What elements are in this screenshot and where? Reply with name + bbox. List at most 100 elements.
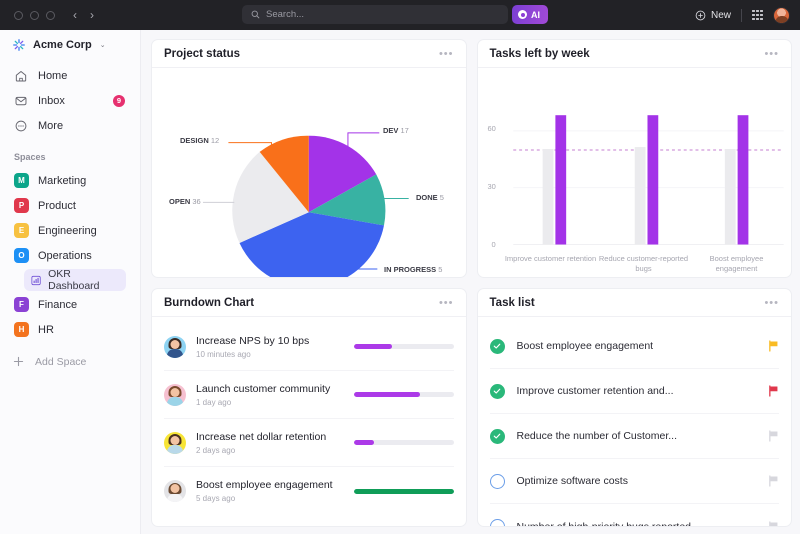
- list-item[interactable]: Improve customer retention and...: [490, 369, 780, 414]
- bar-current[interactable]: [647, 115, 658, 244]
- burndown-list: Increase NPS by 10 bps 10 minutes ago: [152, 317, 466, 527]
- close-window-button[interactable]: [14, 11, 23, 20]
- sidebar-item-home[interactable]: Home: [8, 63, 132, 88]
- sidebar-item-more[interactable]: More: [8, 113, 132, 138]
- pie-label-design: DESIGN 12: [180, 136, 219, 145]
- card-header: Burndown Chart •••: [152, 289, 466, 317]
- sidebar-nav: Home Inbox 9 More: [0, 59, 140, 138]
- bar-current[interactable]: [555, 115, 566, 244]
- pie-label-open: OPEN 36: [169, 197, 201, 206]
- bar-previous[interactable]: [634, 147, 645, 244]
- bar-chart: 60 30 0 Improve customer retention Reduc…: [478, 68, 792, 278]
- card-header: Task list •••: [478, 289, 792, 317]
- search-bar[interactable]: [242, 5, 508, 24]
- bar-previous[interactable]: [724, 149, 735, 245]
- search-icon: [251, 10, 260, 19]
- x-label-1: Reduce customer-reported bugs: [598, 254, 690, 274]
- task-title: Launch customer community: [196, 383, 354, 395]
- space-chip: F: [14, 297, 29, 312]
- sidebar-item-hr[interactable]: H HR: [8, 317, 132, 342]
- card-project-status: Project status •••: [151, 39, 467, 278]
- sidebar-item-marketing[interactable]: M Marketing: [8, 168, 132, 193]
- space-chip: E: [14, 223, 29, 238]
- task-checkbox-checked[interactable]: [490, 384, 505, 399]
- list-item[interactable]: Increase net dollar retention 2 days ago: [164, 419, 454, 467]
- flag-icon[interactable]: [768, 475, 779, 487]
- flag-icon[interactable]: [768, 430, 779, 442]
- task-name: Reduce the number of Customer...: [517, 430, 769, 442]
- card-menu-icon[interactable]: •••: [764, 50, 779, 58]
- card-menu-icon[interactable]: •••: [439, 50, 454, 58]
- y-tick-30: 30: [488, 182, 496, 191]
- sidebar: Acme Corp ⌄ Home Inbox 9: [0, 30, 141, 534]
- history-navigation[interactable]: ‹ ›: [73, 9, 94, 21]
- sidebar-item-operations[interactable]: O Operations: [8, 243, 132, 268]
- check-icon: [493, 432, 501, 440]
- list-item[interactable]: Reduce the number of Customer...: [490, 414, 780, 459]
- card-title: Project status: [164, 48, 240, 60]
- minimize-window-button[interactable]: [30, 11, 39, 20]
- pie-label-in-progress: IN PROGRESS 5: [384, 265, 442, 274]
- task-checkbox-checked[interactable]: [490, 429, 505, 444]
- sidebar-item-okr-dashboard[interactable]: OKR Dashboard: [24, 269, 126, 291]
- task-title: Increase NPS by 10 bps: [196, 335, 354, 347]
- task-title: Increase net dollar retention: [196, 431, 354, 443]
- toolbar-divider: [741, 9, 742, 22]
- plus-icon: [12, 355, 25, 368]
- window-titlebar: ‹ › AI New: [0, 0, 800, 30]
- task-checkbox-unchecked[interactable]: [490, 474, 505, 489]
- plus-circle-icon: [695, 10, 706, 21]
- ai-button[interactable]: AI: [512, 5, 548, 24]
- card-title: Tasks left by week: [490, 48, 590, 60]
- add-space-button[interactable]: Add Space: [0, 349, 140, 374]
- card-menu-icon[interactable]: •••: [764, 299, 779, 307]
- maximize-window-button[interactable]: [46, 11, 55, 20]
- pie-chart-svg: [152, 68, 466, 278]
- inbox-badge: 9: [113, 95, 125, 107]
- task-checkbox-checked[interactable]: [490, 339, 505, 354]
- window-traffic-lights[interactable]: [14, 11, 55, 20]
- bar-current[interactable]: [737, 115, 748, 244]
- sidebar-item-inbox[interactable]: Inbox 9: [8, 88, 132, 113]
- list-item[interactable]: Optimize software costs: [490, 459, 780, 504]
- apps-grid-icon[interactable]: [752, 10, 763, 21]
- workspace-switcher[interactable]: Acme Corp ⌄: [0, 30, 140, 59]
- space-label: Operations: [38, 250, 92, 262]
- app-window: ‹ › AI New: [0, 0, 800, 534]
- search-input[interactable]: [266, 9, 466, 20]
- task-checkbox-unchecked[interactable]: [490, 519, 505, 527]
- list-item[interactable]: Boost employee engagement 5 days ago: [164, 467, 454, 515]
- bar-previous[interactable]: [542, 149, 553, 245]
- sidebar-item-product[interactable]: P Product: [8, 193, 132, 218]
- user-avatar[interactable]: [773, 7, 790, 24]
- list-item[interactable]: Increase NPS by 10 bps 10 minutes ago: [164, 323, 454, 371]
- progress-bar: [354, 489, 454, 494]
- flag-icon[interactable]: [768, 521, 779, 528]
- list-item[interactable]: Boost employee engagement: [490, 324, 780, 369]
- back-arrow-icon[interactable]: ‹: [73, 9, 77, 21]
- forward-arrow-icon[interactable]: ›: [90, 9, 94, 21]
- workspace-logo-icon: [12, 38, 26, 52]
- new-button[interactable]: New: [695, 10, 731, 21]
- task-timestamp: 1 day ago: [196, 398, 354, 407]
- sidebar-item-engineering[interactable]: E Engineering: [8, 218, 132, 243]
- pie-chart: DEV 17 DONE 5 IN PROGRESS 5 OPEN 36: [152, 68, 466, 278]
- space-label: Finance: [38, 299, 77, 311]
- progress-bar: [354, 440, 454, 445]
- chevron-down-icon[interactable]: ⌄: [100, 41, 106, 49]
- x-label-2: Boost employee engagement: [691, 254, 783, 274]
- sidebar-item-finance[interactable]: F Finance: [8, 292, 132, 317]
- list-item[interactable]: Launch customer community 1 day ago: [164, 371, 454, 419]
- task-timestamp: 10 minutes ago: [196, 350, 354, 359]
- list-item[interactable]: Number of high-priority bugs reported: [490, 504, 780, 527]
- flag-icon[interactable]: [768, 385, 779, 397]
- card-menu-icon[interactable]: •••: [439, 299, 454, 307]
- sidebar-subitem-label: OKR Dashboard: [48, 268, 119, 292]
- task-name: Number of high-priority bugs reported: [517, 521, 769, 528]
- flag-icon[interactable]: [768, 340, 779, 352]
- progress-bar: [354, 392, 454, 397]
- more-circle-icon: [14, 119, 28, 133]
- spaces-list: M Marketing P Product E Engineering O Op…: [0, 168, 140, 342]
- avatar: [164, 384, 186, 406]
- progress-bar: [354, 344, 454, 349]
